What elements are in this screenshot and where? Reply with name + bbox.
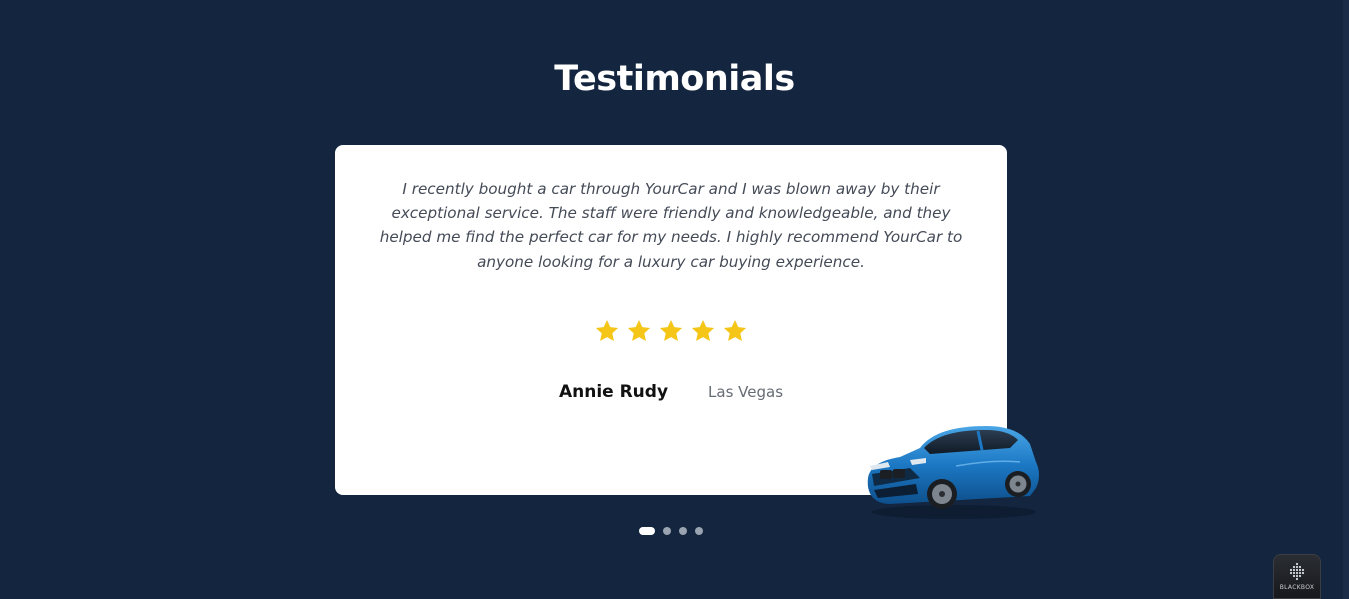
car-image <box>860 418 1042 522</box>
author-info: Annie Rudy Las Vegas <box>335 382 1007 402</box>
carousel-dot-3[interactable] <box>679 527 687 535</box>
star-icon <box>722 318 748 344</box>
carousel-dot-1[interactable] <box>639 527 655 535</box>
author-name: Annie Rudy <box>558 382 669 402</box>
testimonial-quote: I recently bought a car through YourCar … <box>379 180 963 271</box>
star-icon <box>658 318 684 344</box>
section-title: Testimonials <box>554 59 795 99</box>
carousel-dot-2[interactable] <box>663 527 671 535</box>
carousel-pagination <box>639 527 703 535</box>
blackbox-logo-icon <box>1287 562 1307 582</box>
star-icon <box>626 318 652 344</box>
blackbox-label: BLACKBOX <box>1279 584 1315 591</box>
testimonials-section: Testimonials I recently bought a car thr… <box>0 0 1349 599</box>
star-icon <box>594 318 620 344</box>
star-icon <box>690 318 716 344</box>
carousel-dot-4[interactable] <box>695 527 703 535</box>
star-rating <box>335 318 1007 344</box>
author-location: Las Vegas <box>708 383 784 401</box>
blackbox-badge[interactable]: BLACKBOX <box>1273 554 1321 599</box>
